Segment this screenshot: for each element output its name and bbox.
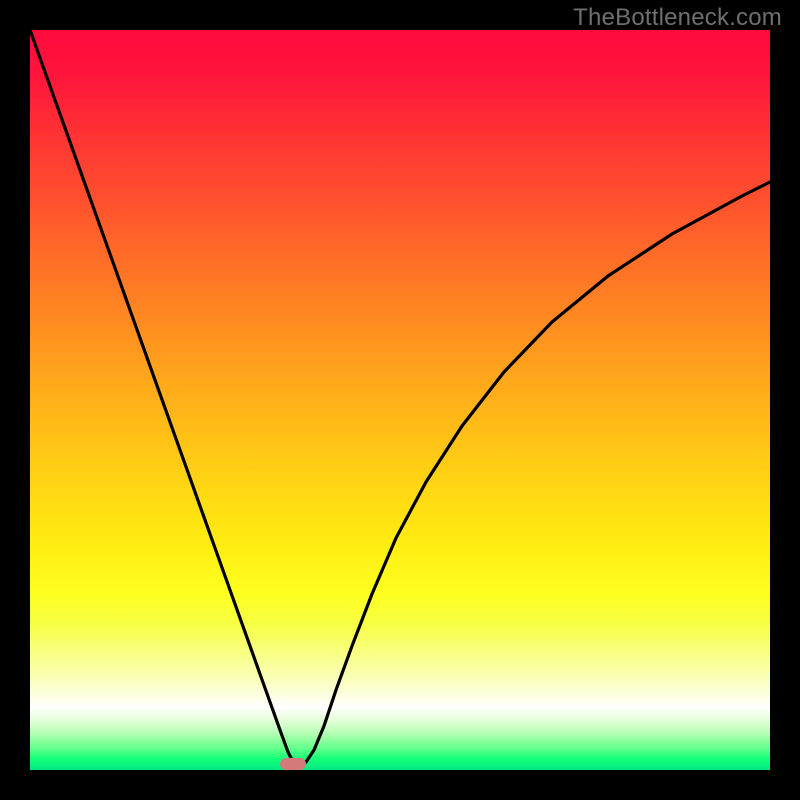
plot-area (30, 30, 770, 770)
watermark-text: TheBottleneck.com (573, 4, 782, 32)
bottleneck-curve-svg (30, 30, 770, 770)
chart-frame: TheBottleneck.com (0, 0, 800, 800)
bottleneck-curve-path (30, 30, 770, 766)
optimal-point-marker (280, 758, 306, 770)
